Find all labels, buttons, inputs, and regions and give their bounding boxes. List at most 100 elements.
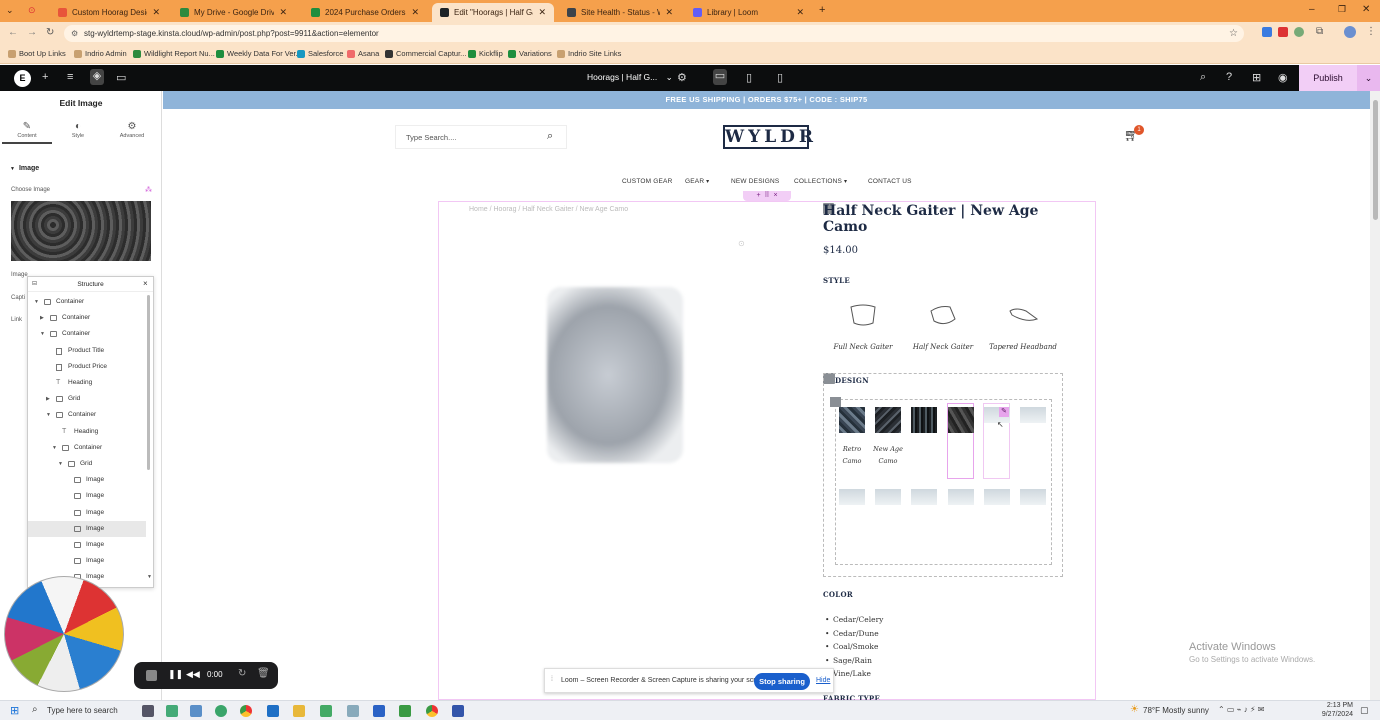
tab-content[interactable]: ✎ Content (2, 121, 52, 139)
structure-item[interactable]: ▼ Container (28, 407, 146, 423)
stop-recording-icon[interactable] (146, 670, 157, 681)
structure-item[interactable]: ▶ Grid (28, 391, 146, 407)
design-swatch-placeholder[interactable] (875, 489, 901, 505)
site-search-input[interactable]: Type Search.... (395, 125, 567, 149)
dynamic-tags-icon[interactable]: ⁂ (145, 186, 152, 194)
structure-item[interactable]: ▼ Container (28, 440, 146, 456)
zoom-icon[interactable]: ⊙ (738, 239, 745, 248)
bookmark-item[interactable]: Variations (508, 49, 552, 58)
nav-item[interactable]: GEAR ▾ (685, 178, 709, 185)
preview-eye-icon[interactable]: ◉ (1278, 71, 1288, 84)
weather-text[interactable]: 78°F Mostly sunny (1143, 706, 1209, 715)
caret-right-icon[interactable]: ▶ (40, 310, 44, 326)
structure-item[interactable]: Image (28, 553, 146, 569)
reload-icon[interactable]: ↻ (46, 27, 54, 38)
browser-tab[interactable]: Edit "Hoorags | Half Gaiter ✕ (432, 3, 554, 22)
new-tab-button[interactable]: + (819, 4, 825, 16)
design-swatch[interactable] (948, 407, 974, 433)
bookmark-item[interactable]: Indrio Admin (74, 49, 127, 58)
bookmark-item[interactable]: Weekly Data For Ver... (216, 49, 302, 58)
structure-drag-icon[interactable]: ⊟ (32, 280, 37, 287)
caret-right-icon[interactable]: ▶ (46, 391, 50, 407)
tab-close-icon[interactable]: ✕ (152, 7, 160, 18)
chrome-icon[interactable] (240, 705, 252, 717)
structure-item[interactable]: Image (28, 488, 146, 504)
tab-close-icon[interactable]: ✕ (411, 7, 419, 18)
color-option[interactable]: Sage/Rain (825, 656, 872, 665)
mobile-view-icon[interactable]: ▯ (777, 71, 783, 84)
extension-icon[interactable] (1294, 27, 1304, 37)
file-explorer-icon[interactable] (293, 705, 305, 717)
browser-tab[interactable]: Site Health - Status - Wyldr ✕ (559, 3, 681, 22)
site-info-icon[interactable]: ⚙ (71, 25, 78, 42)
structure-item[interactable]: Image (28, 472, 146, 488)
browser-menu-icon[interactable]: ⋮ (1366, 26, 1376, 37)
taskbar-app-icon[interactable] (215, 705, 227, 717)
hide-share-bar-link[interactable]: Hide (816, 677, 830, 684)
url-input[interactable]: ⚙ stg-wyldrtemp-stage.kinsta.cloud/wp-ad… (64, 25, 1244, 42)
bookmark-star-icon[interactable]: ☆ (1229, 25, 1238, 42)
search-icon[interactable]: ⌕ (547, 130, 553, 143)
color-option[interactable]: Cedar/Celery (825, 615, 883, 624)
tab-close-icon[interactable]: ✕ (665, 7, 673, 18)
taskbar-app-icon[interactable] (399, 705, 411, 717)
design-swatch-placeholder[interactable] (911, 489, 937, 505)
bookmark-item[interactable]: Indrio Site Links (557, 49, 621, 58)
structure-item[interactable]: Product Title (28, 343, 146, 359)
taskbar-app-icon[interactable] (166, 705, 178, 717)
help-icon[interactable]: ? (1226, 71, 1232, 83)
notifications-icon[interactable]: ▢ (1360, 705, 1369, 716)
nav-item[interactable]: CUSTOM GEAR (622, 178, 672, 185)
publish-options-chevron-icon[interactable]: ⌄ (1357, 65, 1380, 91)
bookmark-item[interactable]: Kickflip (468, 49, 503, 58)
maximize-button[interactable]: ❐ (1338, 4, 1346, 15)
taskbar-app-icon[interactable] (452, 705, 464, 717)
structure-layers-icon[interactable]: ◈ (90, 69, 104, 85)
add-element-icon[interactable]: + (42, 71, 48, 83)
publish-button[interactable]: Publish (1299, 65, 1357, 91)
design-swatch-placeholder[interactable] (948, 489, 974, 505)
outlook-icon[interactable] (267, 705, 279, 717)
structure-item[interactable]: Image (28, 505, 146, 521)
caret-down-icon[interactable]: ▼ (40, 326, 45, 342)
drag-handle-icon[interactable]: ⁞ (551, 676, 553, 683)
stop-sharing-button[interactable]: Stop sharing (754, 673, 810, 690)
notes-chat-icon[interactable]: ▭ (116, 71, 126, 84)
restart-icon[interactable]: ↻ (238, 668, 246, 679)
forward-icon[interactable]: → (27, 27, 37, 38)
page-selector[interactable]: Hoorags | Half G... ⌄ (587, 72, 673, 83)
taskbar-app-icon[interactable] (142, 705, 154, 717)
whats-new-gift-icon[interactable]: ⊞ (1252, 71, 1261, 84)
bookmark-item[interactable]: Wildlight Report Nu... (133, 49, 215, 58)
design-swatch-placeholder[interactable] (839, 489, 865, 505)
clock-date[interactable]: 9/27/2024 (1318, 711, 1353, 718)
tab-style[interactable]: ◐ Style (53, 121, 103, 139)
design-swatch-retro-camo[interactable] (839, 407, 865, 433)
elementor-logo-icon[interactable]: E (14, 70, 31, 87)
style-option-half-neck[interactable]: Half Neck Gaiter (903, 301, 983, 351)
canvas-scroll-thumb[interactable] (1373, 100, 1378, 220)
system-tray-icons[interactable]: ⌃ ▭ ⌁ ♪ ⚡ ✉ (1218, 705, 1265, 714)
bookmark-item[interactable]: Boot Up Links (8, 49, 66, 58)
container-handle[interactable]: + ⠿ × (743, 191, 791, 201)
nav-item[interactable]: COLLECTIONS ▾ (794, 178, 847, 185)
color-option[interactable]: Coal/Smoke (825, 642, 878, 651)
structure-item[interactable]: Product Price (28, 359, 146, 375)
nav-item[interactable]: NEW DESIGNS (731, 178, 779, 185)
structure-item[interactable]: ▼ Container (28, 294, 146, 310)
page-settings-gear-icon[interactable]: ⚙ (677, 71, 687, 84)
tab-close-icon[interactable]: ✕ (279, 7, 287, 18)
tab-close-icon[interactable]: ✕ (538, 7, 546, 18)
browser-tab[interactable]: 2024 Purchase Orders - Google ✕ (303, 3, 427, 22)
bookmark-item[interactable]: Commercial Captur... (385, 49, 466, 58)
design-swatch[interactable] (911, 407, 937, 433)
minimize-button[interactable]: – (1309, 4, 1315, 15)
task-view-icon[interactable] (190, 705, 202, 717)
style-option-tapered-headband[interactable]: Tapered Headband (983, 301, 1063, 351)
bookmark-item[interactable]: Asana (347, 49, 379, 58)
tab-close-icon[interactable]: ✕ (796, 7, 804, 18)
bookmark-item[interactable]: Salesforce (297, 49, 343, 58)
grid-handle-icon[interactable] (830, 397, 841, 407)
nav-item[interactable]: CONTACT US (868, 178, 912, 185)
delete-trash-icon[interactable]: 🗑︎ (257, 668, 270, 679)
